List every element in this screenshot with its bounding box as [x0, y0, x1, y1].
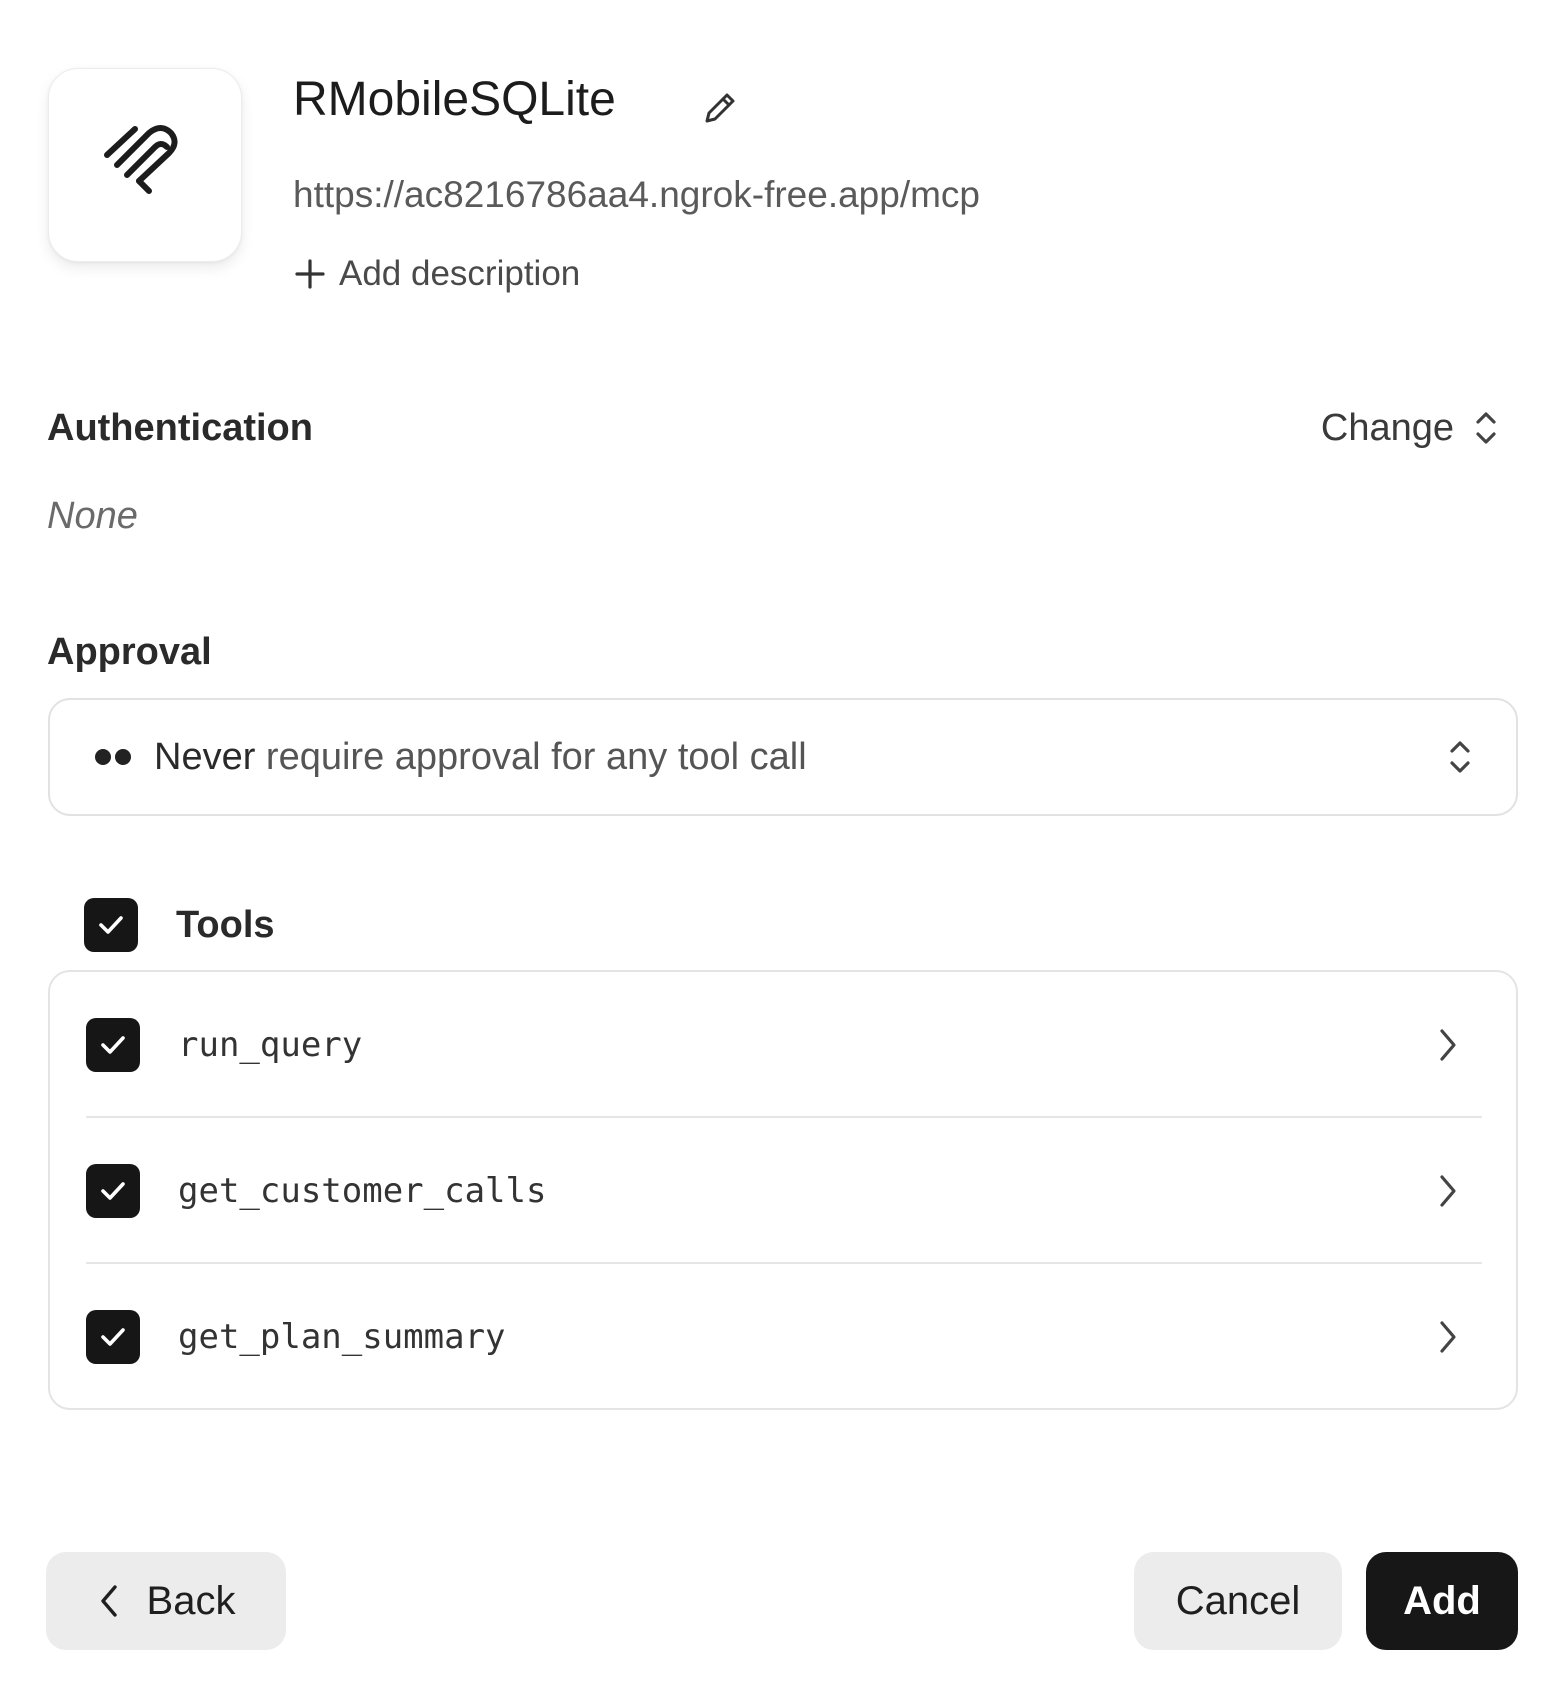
- server-url: https://ac8216786aa4.ngrok-free.app/mcp: [293, 174, 981, 215]
- tool-checkbox[interactable]: [86, 1164, 140, 1218]
- tool-name: get_plan_summary: [178, 1317, 506, 1357]
- tools-label: Tools: [176, 903, 275, 946]
- add-button[interactable]: Add: [1366, 1552, 1518, 1650]
- server-name: RMobileSQLite: [293, 73, 616, 126]
- back-button[interactable]: Back: [46, 1552, 286, 1650]
- tool-row[interactable]: get_plan_summary: [50, 1264, 1516, 1410]
- approval-rest: require approval for any tool call: [255, 735, 807, 778]
- chevron-up-down-icon: [1450, 741, 1470, 773]
- tool-checkbox[interactable]: [86, 1018, 140, 1072]
- tools-list: run_query get_customer_calls get_plan_su…: [48, 970, 1518, 1410]
- check-icon: [101, 1328, 125, 1346]
- paperclip-logo-icon: [104, 125, 178, 194]
- dots-icon: [95, 749, 131, 765]
- back-label: Back: [146, 1578, 236, 1623]
- chevron-right-icon: [1440, 1029, 1456, 1061]
- server-logo: [48, 68, 242, 262]
- tool-checkbox[interactable]: [86, 1310, 140, 1364]
- authentication-value: None: [47, 495, 138, 537]
- approval-title: Approval: [47, 631, 212, 673]
- pencil-icon[interactable]: [696, 86, 742, 132]
- tool-name: run_query: [178, 1025, 363, 1065]
- change-label: Change: [1320, 406, 1454, 449]
- add-description-label: Add description: [339, 254, 581, 293]
- approval-select[interactable]: Never require approval for any tool call: [48, 698, 1518, 816]
- approval-selected-value: Never require approval for any tool call: [154, 736, 1446, 779]
- chevron-right-icon: [1440, 1175, 1456, 1207]
- chevron-right-icon: [1440, 1321, 1456, 1353]
- add-description-button[interactable]: Add description: [293, 252, 580, 296]
- check-icon: [101, 1036, 125, 1054]
- tool-row[interactable]: run_query: [50, 972, 1516, 1118]
- check-icon: [101, 1182, 125, 1200]
- tools-header: Tools: [84, 897, 275, 953]
- check-icon: [99, 916, 123, 934]
- chevron-up-down-icon: [1476, 412, 1496, 444]
- authentication-title: Authentication: [47, 407, 313, 449]
- tool-row[interactable]: get_customer_calls: [50, 1118, 1516, 1264]
- cancel-button[interactable]: Cancel: [1134, 1552, 1342, 1650]
- tools-select-all-checkbox[interactable]: [84, 898, 138, 952]
- plus-icon: [295, 259, 325, 289]
- approval-emphasis: Never: [154, 735, 256, 778]
- chevron-left-icon: [100, 1585, 117, 1617]
- change-authentication-button[interactable]: Change: [1321, 402, 1500, 454]
- tool-name: get_customer_calls: [178, 1171, 547, 1211]
